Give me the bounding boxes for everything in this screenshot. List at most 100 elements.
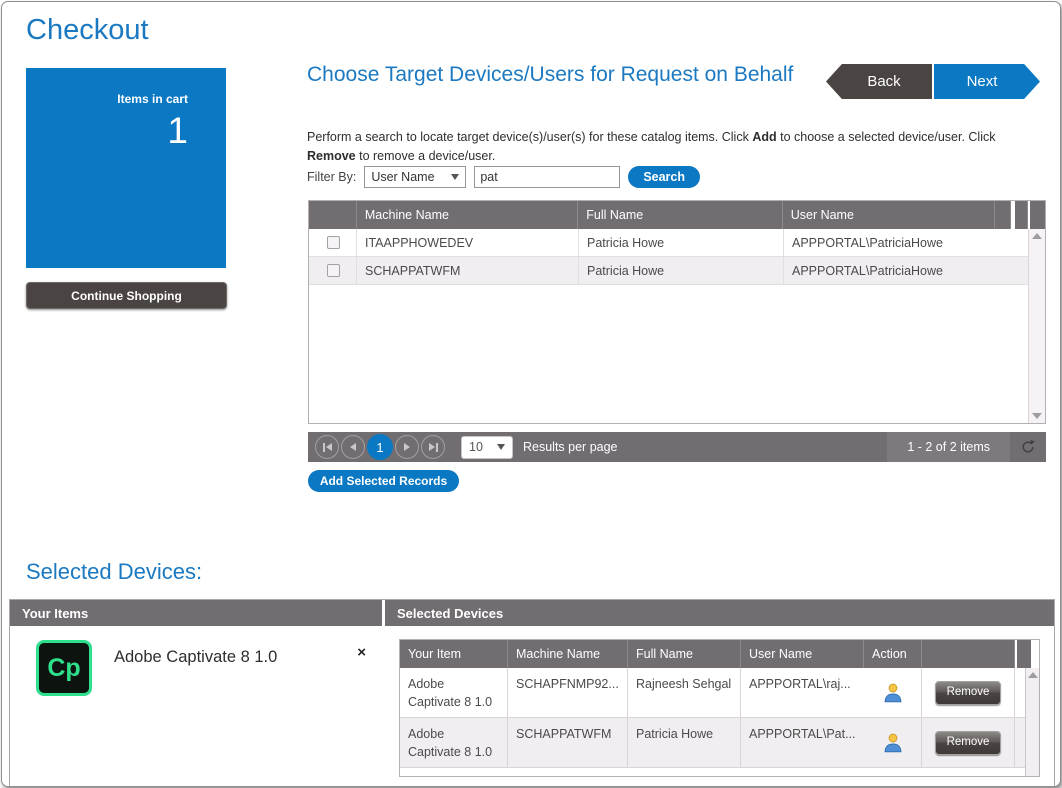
instructions-text: Perform a search to locate target device…: [307, 128, 1044, 167]
user-name-cell: APPPORTAL\PatriciaHowe: [784, 257, 997, 284]
next-page-icon: [404, 443, 410, 451]
refresh-icon: [1020, 439, 1036, 455]
remove-button[interactable]: Remove: [935, 681, 1001, 705]
filter-row: Filter By: User Name Search: [307, 165, 700, 189]
scrollbar-header-cap: [1017, 640, 1031, 668]
results-table-body: ITAAPPHOWEDEV Patricia Howe APPPORTAL\Pa…: [309, 229, 1045, 423]
add-selected-records-button[interactable]: Add Selected Records: [308, 470, 459, 492]
machine-name-cell: SCHAPPATWFM: [508, 718, 628, 767]
selected-devices-table: Your Item Machine Name Full Name User Na…: [399, 639, 1040, 777]
results-per-page-label: Results per page: [523, 440, 618, 454]
scrollbar-header-cap: [1030, 201, 1045, 229]
action-cell: [864, 668, 922, 717]
filter-field-select[interactable]: User Name: [364, 166, 466, 188]
current-page-button[interactable]: 1: [367, 434, 393, 460]
pager-bar: 1 10 Results per page 1 - 2 of 2 items: [308, 432, 1046, 462]
full-name-cell: Rajneesh Sehgal: [628, 668, 741, 717]
row-checkbox[interactable]: [327, 264, 340, 277]
search-button[interactable]: Search: [628, 166, 700, 188]
your-items-header: Your Items: [10, 600, 382, 626]
instructions-remove-word: Remove: [307, 149, 356, 163]
machine-name-cell: ITAAPPHOWEDEV: [357, 229, 579, 256]
machine-name-column-header[interactable]: Machine Name: [357, 201, 578, 229]
results-table-header: Machine Name Full Name User Name: [309, 201, 1045, 229]
last-page-icon: [436, 443, 438, 452]
selected-device-row: Adobe Captivate 8 1.0 SCHAPFNMP92... Raj…: [400, 668, 1039, 718]
checkout-page: Checkout Items in cart 1 Continue Shoppi…: [1, 1, 1061, 787]
machine-name-cell: SCHAPPATWFM: [357, 257, 579, 284]
scroll-up-icon[interactable]: [1032, 233, 1042, 239]
user-icon[interactable]: [882, 732, 904, 754]
user-icon[interactable]: [882, 682, 904, 704]
items-range-label: 1 - 2 of 2 items: [887, 432, 1010, 462]
refresh-button[interactable]: [1010, 439, 1046, 455]
next-page-button[interactable]: [395, 435, 419, 459]
cart-item-row: Cp Adobe Captivate 8 1.0 ×: [10, 626, 382, 696]
table-row[interactable]: SCHAPPATWFM Patricia Howe APPPORTAL\Patr…: [309, 257, 1045, 285]
previous-page-icon: [350, 443, 356, 451]
table-row[interactable]: ITAAPPHOWEDEV Patricia Howe APPPORTAL\Pa…: [309, 229, 1045, 257]
wizard-nav: Back Next: [826, 64, 1040, 99]
row-select-cell: [309, 229, 357, 256]
continue-shopping-button[interactable]: Continue Shopping: [26, 282, 227, 309]
user-name-column-header: User Name: [741, 640, 864, 668]
full-name-column-header[interactable]: Full Name: [578, 201, 782, 229]
your-item-column-header: Your Item: [400, 640, 508, 668]
your-items-panel: Your Items Cp Adobe Captivate 8 1.0 ×: [10, 600, 385, 787]
first-page-button[interactable]: [315, 435, 339, 459]
full-name-column-header: Full Name: [628, 640, 741, 668]
full-name-cell: Patricia Howe: [628, 718, 741, 767]
remove-button[interactable]: Remove: [935, 731, 1001, 755]
row-select-cell: [309, 257, 357, 284]
page-size-value: 10: [469, 440, 483, 454]
vertical-scrollbar[interactable]: [1028, 229, 1045, 423]
search-input[interactable]: [474, 166, 620, 188]
user-name-cell: APPPORTAL\raj...: [741, 668, 864, 717]
remove-cell: Remove: [922, 718, 1015, 767]
selected-devices-table-header: Your Item Machine Name Full Name User Na…: [400, 640, 1039, 668]
last-page-button[interactable]: [421, 435, 445, 459]
selected-device-row: Adobe Captivate 8 1.0 SCHAPPATWFM Patric…: [400, 718, 1039, 768]
your-item-cell: Adobe Captivate 8 1.0: [400, 718, 508, 767]
chevron-down-icon: [451, 174, 459, 180]
full-name-cell: Patricia Howe: [579, 257, 784, 284]
full-name-cell: Patricia Howe: [579, 229, 784, 256]
first-page-icon: [323, 443, 325, 452]
page-size-select[interactable]: 10: [461, 436, 513, 459]
user-name-column-header[interactable]: User Name: [783, 201, 995, 229]
remove-column-header: [922, 640, 1015, 668]
action-column-header: Action: [864, 640, 922, 668]
selected-devices-header: Selected Devices: [385, 600, 1054, 626]
selected-devices-heading: Selected Devices:: [26, 559, 202, 585]
machine-name-column-header: Machine Name: [508, 640, 628, 668]
instructions-add-word: Add: [752, 130, 776, 144]
previous-page-button[interactable]: [341, 435, 365, 459]
instructions-part2: to choose a selected device/user. Click: [777, 130, 996, 144]
scroll-down-icon[interactable]: [1032, 413, 1042, 419]
partial-row: [400, 768, 1039, 776]
cart-summary-box: Items in cart 1: [26, 68, 226, 268]
instructions-part1: Perform a search to locate target device…: [307, 130, 752, 144]
request-on-behalf-heading: Choose Target Devices/Users for Request …: [307, 62, 852, 88]
chevron-down-icon: [497, 444, 505, 450]
instructions-part3: to remove a device/user.: [356, 149, 496, 163]
next-button[interactable]: Next: [934, 64, 1040, 99]
remove-cell: Remove: [922, 668, 1015, 717]
search-results-table: Machine Name Full Name User Name ITAAPPH…: [308, 200, 1046, 424]
filter-field-value: User Name: [371, 170, 434, 184]
close-icon[interactable]: ×: [357, 644, 366, 661]
row-checkbox[interactable]: [327, 236, 340, 249]
vertical-scrollbar[interactable]: [1025, 668, 1039, 776]
user-name-cell: APPPORTAL\Pat...: [741, 718, 864, 767]
action-cell: [864, 718, 922, 767]
scroll-up-icon[interactable]: [1028, 672, 1038, 678]
your-item-cell: Adobe Captivate 8 1.0: [400, 668, 508, 717]
spacer-column-header: [995, 201, 1011, 229]
spacer-column-header: [1015, 201, 1028, 229]
cart-item-name: Adobe Captivate 8 1.0: [114, 648, 277, 667]
captivate-app-icon: Cp: [36, 640, 92, 696]
first-page-icon: [326, 443, 332, 451]
last-page-icon: [429, 443, 435, 451]
cart-count: 1: [167, 110, 188, 152]
machine-name-cell: SCHAPFNMP92...: [508, 668, 628, 717]
